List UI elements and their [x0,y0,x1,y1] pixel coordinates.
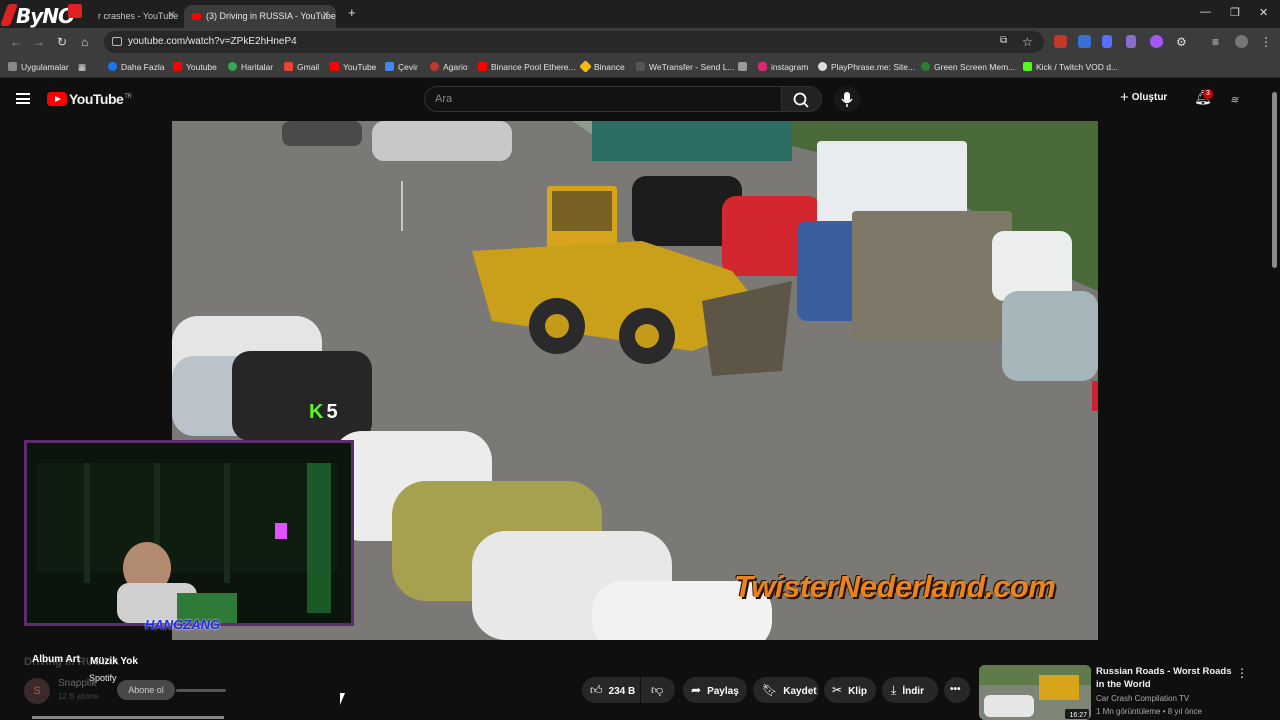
site-info-icon[interactable] [112,37,122,46]
extension-audio-icon[interactable] [1102,35,1112,48]
music-progress-bar [176,689,226,692]
channel-avatar[interactable]: S [24,678,50,704]
download-button[interactable]: ⤓ İndir [882,677,938,703]
youtube-header: YouTubeTR Ara + Oluştur 🔔︎ 3 ≋ [0,79,1280,119]
dislike-button[interactable]: 👎︎ [641,677,675,703]
bottom-seek-line [32,716,224,719]
home-icon[interactable]: ⌂ [81,35,88,49]
bookmark-item[interactable] [738,62,751,72]
video-duration: 16:27 [1069,712,1087,719]
subscriber-count: 12 B abone [58,692,99,701]
clip-button[interactable]: ✂ Klip [824,677,876,703]
profile-avatar[interactable] [1235,35,1248,48]
recommended-meta: 1 Mn görüntüleme • 8 yıl önce [1096,707,1202,716]
thumbs-down-icon: 👎︎ [651,683,664,697]
share-icon: ➦ [691,683,702,697]
recommended-more-icon[interactable]: ⋮ [1236,666,1248,680]
thumbs-up-icon: 👍︎ [590,683,603,697]
channel-name[interactable]: Snapplik [58,678,96,689]
minimize-icon[interactable]: — [1200,6,1211,18]
url-field[interactable]: youtube.com/watch?v=ZPkE2hHneP4 [104,31,1044,53]
url-text: youtube.com/watch?v=ZPkE2hHneP4 [128,36,297,47]
like-button[interactable]: 👍︎ 234 B [582,677,640,703]
youtube-favicon-icon [192,13,201,20]
search-icon [793,92,809,108]
mouse-cursor-icon [340,693,350,705]
search-button[interactable] [782,86,822,112]
bookmark-item[interactable]: instagram [758,62,808,72]
back-icon[interactable]: ← [10,35,22,49]
bookmark-item[interactable]: Youtube [173,62,217,72]
close-tab-icon[interactable]: ✕ [168,10,176,21]
reload-icon[interactable]: ↻ [57,35,67,49]
kick-logo-icon: K [309,401,324,423]
bookmark-item[interactable]: Binance [579,60,625,73]
subscribe-button[interactable]: Abone ol [117,680,175,700]
tab-active[interactable]: (3) Driving in RUSSIA - YouTube ✕ [184,5,336,28]
plus-icon: + [1120,89,1129,106]
bookmark-item[interactable]: Haritalar [228,62,273,72]
extension-translate-icon[interactable] [1078,35,1091,48]
close-window-icon[interactable]: ✕ [1259,6,1268,19]
notification-badge: 3 [1203,89,1213,99]
grid-icon[interactable]: ▦ [78,62,86,73]
microphone-icon [841,92,853,107]
restore-icon[interactable]: ❐ [1230,6,1240,19]
page-scrollbar[interactable] [1272,92,1277,268]
bookmark-item[interactable]: YouTube [330,62,376,72]
address-bar-row: ← → ↻ ⌂ youtube.com/watch?v=ZPkE2hHneP4 … [0,28,1280,56]
forward-icon[interactable]: → [33,35,45,49]
recommended-thumbnail[interactable]: 16:27 [979,665,1091,720]
scissors-icon: ✂ [832,683,843,697]
browser-tab-bar: r crashes - YouTube ✕ (3) Driving in RUS… [0,0,1280,28]
create-button[interactable]: + Oluştur [1120,89,1167,106]
webcam-label: HANGZANG [145,617,221,632]
bookmark-star-icon[interactable]: ☆ [1022,35,1033,49]
bookmark-item[interactable]: Agario [430,62,468,72]
bookmarks-bar: Uygulamalar ▦ Daha Fazla Youtube Harital… [0,56,1280,78]
music-status: Müzik Yok [90,656,138,667]
close-tab-icon[interactable]: ✕ [322,10,330,21]
extension-profile-icon[interactable] [1150,35,1163,48]
user-avatar[interactable]: ≋ [1230,90,1248,108]
bookmark-item[interactable]: Çevir [385,62,418,72]
more-actions-button[interactable]: ••• [944,677,970,703]
download-icon: ⤓ [891,683,897,697]
media-control-icon[interactable]: ≡ [1212,35,1219,49]
more-dots-icon: ••• [950,684,961,695]
bookmark-item[interactable]: Daha Fazla [108,62,164,72]
youtube-logo[interactable]: YouTubeTR [47,91,132,107]
bookmark-apps[interactable]: Uygulamalar [8,62,69,72]
share-button[interactable]: ➦ Paylaş [683,677,747,703]
bookmark-item[interactable]: Binance Pool Ethere... [478,62,576,72]
bookmark-icon: 🔖︎ [762,683,778,697]
hamburger-menu-icon[interactable] [16,93,30,104]
album-art-label: Album Art [32,654,80,665]
webcam-overlay [24,440,354,626]
menu-dots-icon[interactable]: ⋮ [1260,35,1272,49]
kick-counter: K5 [309,401,338,423]
svg-text:≋: ≋ [1230,95,1239,106]
bookmark-item[interactable]: Gmail [284,62,319,72]
youtube-play-icon [47,92,67,106]
voice-search-button[interactable] [834,86,860,112]
extensions-puzzle-icon[interactable]: ⚙ [1176,35,1187,49]
video-watermark: TwisterNederland.com [734,569,1056,604]
bookmark-item[interactable]: Kick / Twitch VOD d... [1023,62,1118,72]
bookmark-item[interactable]: Green Screen Mem... [921,62,1015,72]
streamer-logo: ByNO [0,4,84,30]
install-app-icon[interactable]: ⧉ [1000,35,1007,46]
extension-new-icon[interactable] [1054,35,1067,48]
recommended-title[interactable]: Russian Roads - Worst Roads in the World [1096,665,1236,691]
bookmark-item[interactable]: WeTransfer - Send L... [636,62,735,72]
tab-label: (3) Driving in RUSSIA - YouTube [206,11,336,21]
webcam-feed-image [27,443,351,623]
tab-label: r crashes - YouTube [98,11,179,21]
new-tab-button[interactable]: + [348,5,356,20]
save-button[interactable]: 🔖︎ Kaydet [753,677,819,703]
search-input[interactable]: Ara [424,86,782,112]
extension-pen-icon[interactable] [1126,35,1136,48]
recommended-channel[interactable]: Car Crash Compilation TV [1096,694,1189,703]
bookmark-item[interactable]: PlayPhrase.me: Site... [818,62,915,72]
